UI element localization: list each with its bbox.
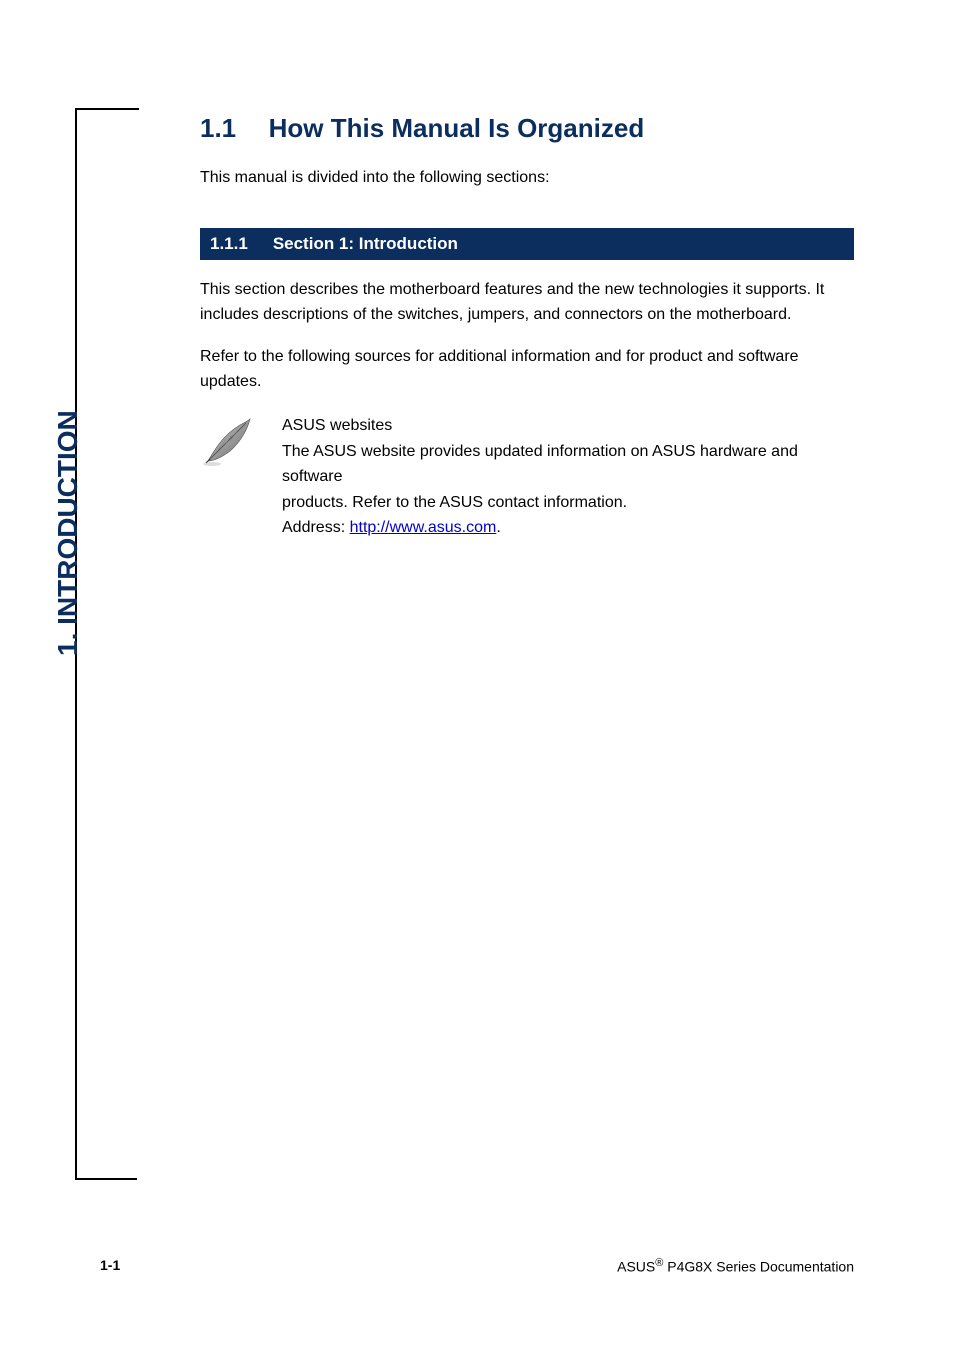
note-text: ASUS websites The ASUS website provides … <box>282 413 854 541</box>
footer-doc-title: P4G8X Series Documentation <box>663 1259 854 1275</box>
section-title: How This Manual Is Organized <box>269 113 645 143</box>
section-number: 1.1 <box>200 113 236 143</box>
feather-pen-icon <box>200 417 256 472</box>
section-bracket <box>75 108 137 1180</box>
subsection-number: 1.1.1 <box>210 234 248 254</box>
note-line-1: ASUS websites <box>282 417 392 434</box>
footer-product-label: ASUS® P4G8X Series Documentation <box>617 1257 854 1275</box>
body-paragraph-2: Refer to the following sources for addit… <box>200 345 854 395</box>
note-line-3: products. Refer to the ASUS contact info… <box>282 494 627 511</box>
note-callout: ASUS websites The ASUS website provides … <box>200 413 854 541</box>
intro-paragraph: This manual is divided into the followin… <box>200 166 854 191</box>
footer-brand: ASUS <box>617 1259 655 1275</box>
body-paragraph-1: This section describes the motherboard f… <box>200 278 854 328</box>
note-line-2: The ASUS website provides updated inform… <box>282 443 798 486</box>
page-content: 1.1 How This Manual Is Organized This ma… <box>200 113 854 541</box>
page-number: 1-1 <box>100 1257 120 1275</box>
section-heading: 1.1 How This Manual Is Organized <box>200 113 854 144</box>
note-line-4-prefix: Address: <box>282 519 350 536</box>
page-footer: 1-1 ASUS® P4G8X Series Documentation <box>100 1257 854 1275</box>
asus-website-link[interactable]: http://www.asus.com <box>350 519 497 536</box>
subsection-title: Section 1: Introduction <box>273 234 458 254</box>
sidebar-section-label: 1. INTRODUCTION <box>52 410 84 656</box>
note-line-4-suffix: . <box>496 519 500 536</box>
subsection-heading-bar: 1.1.1 Section 1: Introduction <box>200 228 854 260</box>
